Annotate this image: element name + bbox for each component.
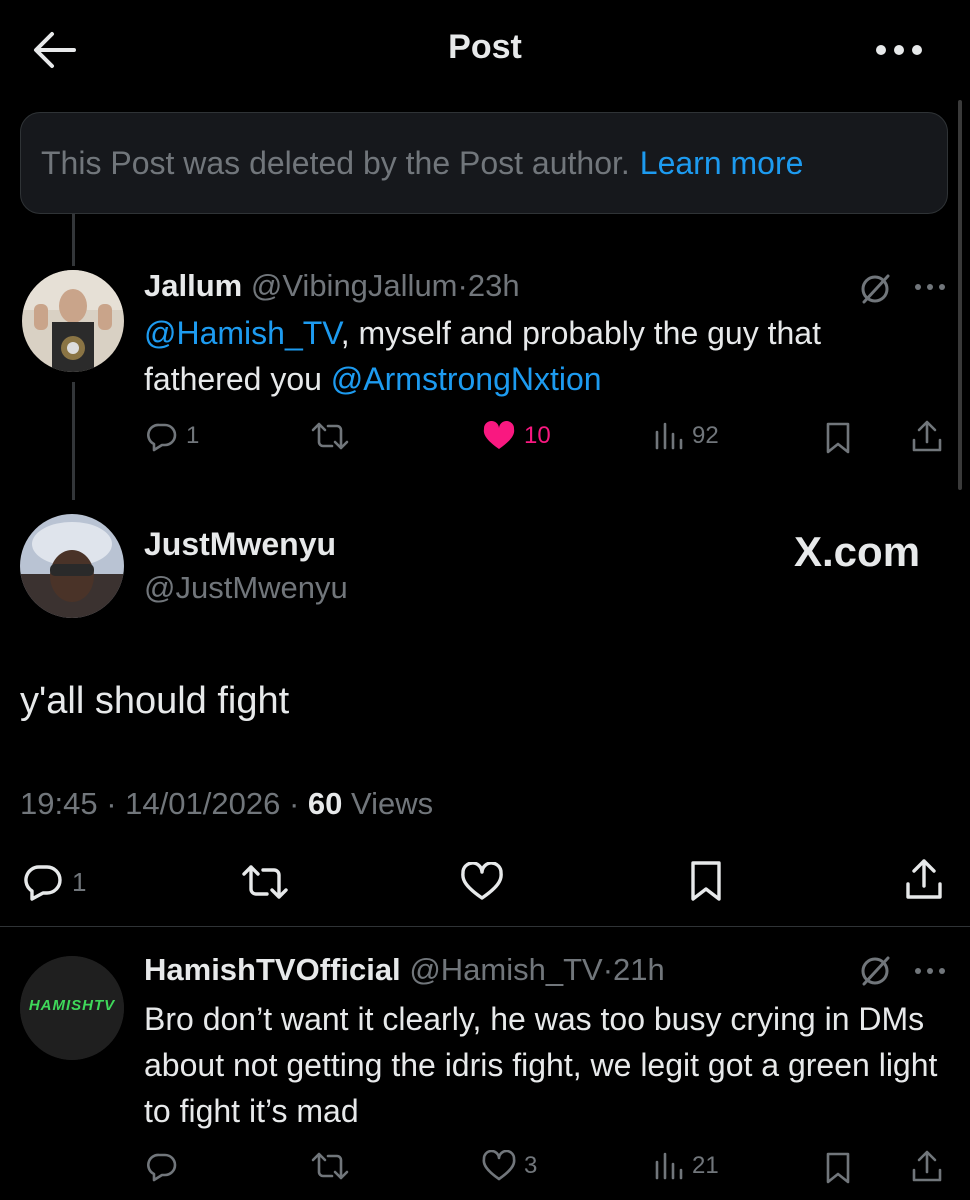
bookmark-button[interactable] <box>688 858 724 904</box>
share-icon <box>910 1148 944 1184</box>
views-button[interactable]: 92 <box>654 420 719 452</box>
repost-icon <box>310 1150 350 1182</box>
repost-button[interactable] <box>310 420 350 452</box>
learn-more-link[interactable]: Learn more <box>640 145 804 182</box>
more-icon[interactable] <box>914 966 946 976</box>
divider <box>0 926 970 927</box>
author-name[interactable]: Jallum <box>144 268 242 303</box>
mention-link[interactable]: @Hamish_TV <box>144 315 341 351</box>
repost-icon <box>240 862 290 902</box>
share-icon <box>904 856 944 902</box>
author-handle[interactable]: @JustMwenyu <box>144 570 348 606</box>
reply-button[interactable] <box>146 1150 178 1182</box>
separator: · <box>457 268 468 303</box>
author-handle[interactable]: @Hamish_TV <box>409 952 602 987</box>
grok-icon[interactable] <box>858 272 892 306</box>
repost-button[interactable] <box>240 862 290 902</box>
timestamp[interactable]: 23h <box>468 268 520 303</box>
views-count: 21 <box>692 1152 719 1179</box>
reply-count: 1 <box>186 422 200 449</box>
reply-icon <box>146 420 178 452</box>
reply-text: @Hamish_TV, myself and probably the guy … <box>144 310 934 402</box>
avatar-jallum[interactable] <box>22 270 124 372</box>
share-button[interactable] <box>904 856 944 902</box>
like-button[interactable] <box>460 862 504 902</box>
like-button[interactable]: 3 <box>482 1150 537 1182</box>
share-button[interactable] <box>910 1148 944 1184</box>
post-date: 14/01/2026 <box>125 786 281 821</box>
post-meta: 19:45 · 14/01/2026 · 60 Views <box>20 786 433 822</box>
x-com-watermark: X.com <box>794 528 921 575</box>
separator: · <box>602 952 614 987</box>
like-icon <box>460 862 504 902</box>
more-icon[interactable] <box>872 38 926 62</box>
share-button[interactable] <box>910 418 944 454</box>
more-icon[interactable] <box>914 282 946 292</box>
author-name[interactable]: JustMwenyu <box>144 526 336 563</box>
deleted-post-notice: This Post was deleted by the Post author… <box>20 112 948 214</box>
reply-text: Bro don’t want it clearly, he was too bu… <box>144 1001 938 1129</box>
like-icon <box>482 420 516 452</box>
deleted-notice-text: This Post was deleted by the Post author… <box>41 144 630 181</box>
reply-icon <box>22 862 64 902</box>
like-icon <box>482 1150 516 1182</box>
reply-button[interactable]: 1 <box>146 420 199 452</box>
thread-line-bottom <box>72 382 75 500</box>
page-title: Post <box>448 28 522 66</box>
mention-link[interactable]: @ArmstrongNxtion <box>331 361 602 397</box>
reply-icon <box>146 1150 178 1182</box>
grok-icon[interactable] <box>858 954 892 988</box>
views-label: Views <box>351 786 434 821</box>
like-count: 10 <box>524 422 551 449</box>
thread-line-top <box>72 214 75 266</box>
author-name[interactable]: HamishTVOfficial <box>144 952 401 987</box>
reply-header: HamishTVOfficial @Hamish_TV·21h <box>144 952 665 988</box>
bookmark-icon <box>824 420 852 456</box>
views-count[interactable]: 60 <box>308 786 342 821</box>
bookmark-button[interactable] <box>824 1150 852 1186</box>
bookmark-button[interactable] <box>824 420 852 456</box>
like-button[interactable]: 10 <box>482 420 551 452</box>
views-icon <box>654 420 684 452</box>
scrollbar[interactable] <box>958 100 962 490</box>
reply-button[interactable]: 1 <box>22 862 86 902</box>
author-handle[interactable]: @VibingJallum <box>251 268 458 303</box>
views-icon <box>654 1150 684 1182</box>
bookmark-icon <box>688 858 724 904</box>
reply-count: 1 <box>72 866 87 897</box>
timestamp[interactable]: 21h <box>613 952 665 987</box>
post-time: 19:45 <box>20 786 98 821</box>
avatar-logo-text: HAMISHTV <box>28 997 116 1014</box>
like-count: 3 <box>524 1152 538 1179</box>
reply-header: Jallum @VibingJallum·23h <box>144 268 520 304</box>
views-button[interactable]: 21 <box>654 1150 719 1182</box>
repost-button[interactable] <box>310 1150 350 1182</box>
separator: · <box>106 786 117 821</box>
share-icon <box>910 418 944 454</box>
post-text: y'all should fight <box>20 680 290 722</box>
bookmark-icon <box>824 1150 852 1186</box>
views-count: 92 <box>692 422 719 449</box>
separator: · <box>288 786 300 821</box>
avatar-hamishtv[interactable]: HAMISHTV <box>20 956 124 1060</box>
avatar-justmwenyu[interactable] <box>20 514 124 618</box>
repost-icon <box>310 420 350 452</box>
